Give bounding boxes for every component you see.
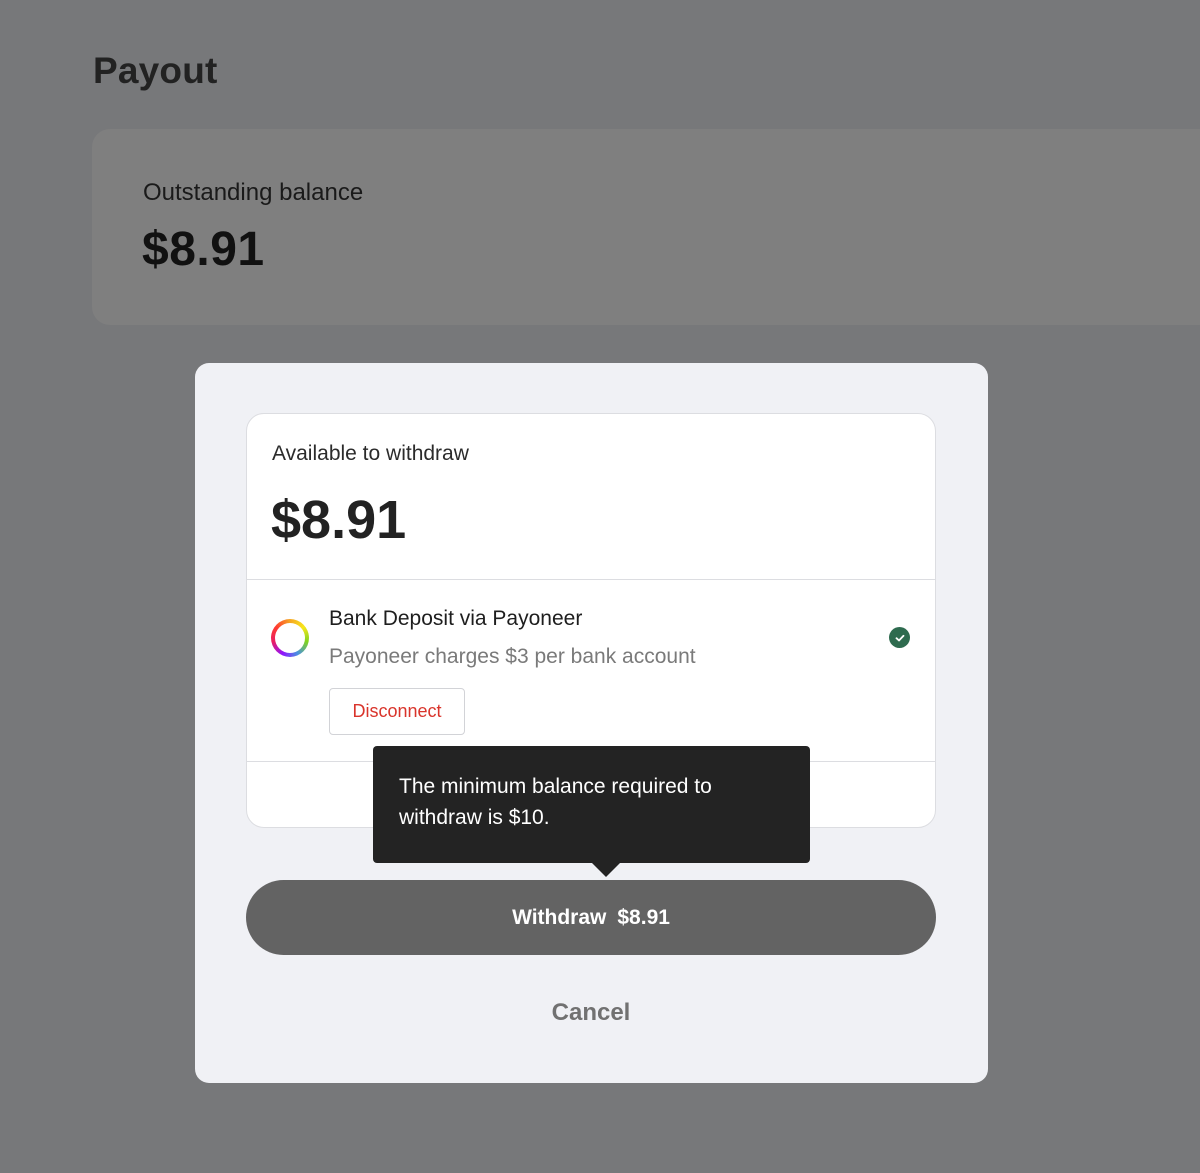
cancel-button[interactable]: Cancel: [491, 993, 691, 1033]
withdraw-button-label: Withdraw: [512, 905, 607, 929]
withdraw-button[interactable]: Withdraw $8.91: [246, 880, 936, 955]
checkmark-icon: [895, 634, 904, 641]
check-circle-icon: [889, 627, 910, 648]
withdraw-button-amount: $8.91: [617, 905, 670, 929]
outstanding-balance-card: Outstanding balance $8.91: [92, 129, 1200, 325]
available-to-withdraw-label: Available to withdraw: [272, 442, 469, 465]
page-title: Payout: [93, 50, 218, 91]
divider: [247, 579, 935, 580]
outstanding-balance-label: Outstanding balance: [143, 179, 364, 206]
minimum-balance-tooltip: The minimum balance required to withdraw…: [373, 746, 810, 877]
tooltip-text: The minimum balance required to withdraw…: [399, 775, 712, 829]
withdraw-modal: Available to withdraw $8.91 Bank Deposit…: [195, 363, 988, 1083]
outstanding-balance-amount: $8.91: [142, 223, 265, 276]
payout-method-title: Bank Deposit via Payoneer: [329, 607, 583, 630]
tooltip-arrow: [591, 862, 621, 877]
payoneer-ring-icon: [271, 619, 309, 657]
payout-method-subtitle: Payoneer charges $3 per bank account: [329, 645, 696, 668]
available-to-withdraw-amount: $8.91: [271, 490, 407, 550]
disconnect-button[interactable]: Disconnect: [329, 688, 465, 735]
